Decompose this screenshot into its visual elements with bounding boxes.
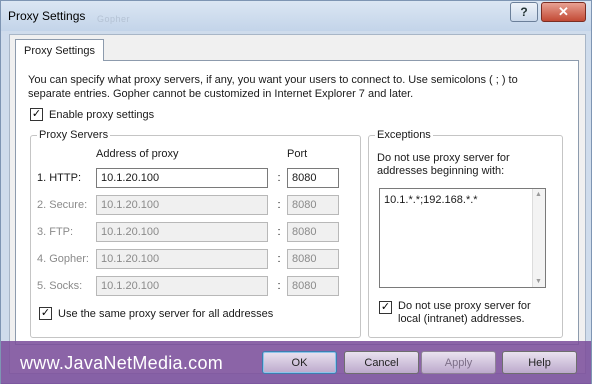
bypass-local-checkbox[interactable]: ✓ [379, 301, 392, 314]
apply-button[interactable]: Apply [421, 351, 496, 374]
same-proxy-checkbox[interactable]: ✓ [39, 307, 52, 320]
enable-proxy-checkbox[interactable]: ✓ [30, 108, 43, 121]
port-separator: : [277, 226, 281, 238]
exceptions-group: Exceptions Do not use proxy server for a… [368, 129, 563, 338]
socks-address-input: 10.1.20.100 [96, 276, 268, 296]
port-separator: : [277, 172, 281, 184]
bypass-local-row[interactable]: ✓ Do not use proxy server for local (int… [379, 300, 548, 326]
exceptions-scrollbar[interactable]: ▲ ▼ [532, 189, 545, 287]
watermark-text: www.JavaNetMedia.com [20, 353, 224, 373]
secure-port-input: 8080 [287, 195, 339, 215]
tab-panel: You can specify what proxy servers, if a… [15, 60, 579, 345]
enable-proxy-label: Enable proxy settings [49, 108, 155, 121]
exceptions-description: Do not use proxy server for addresses be… [377, 152, 510, 177]
http-label: 1. HTTP: [37, 172, 82, 184]
port-separator: : [277, 280, 281, 292]
http-port-input[interactable]: 8080 [287, 168, 339, 188]
help-icon[interactable]: ? [510, 2, 538, 22]
title-background-text: Gopher [97, 14, 131, 24]
scroll-up-icon[interactable]: ▲ [535, 191, 542, 198]
gopher-port-input: 8080 [287, 249, 339, 269]
port-separator: : [277, 253, 281, 265]
socks-port-input: 8080 [287, 276, 339, 296]
socks-label: 5. Socks: [37, 280, 83, 292]
ftp-port-input: 8080 [287, 222, 339, 242]
title-bar[interactable]: Proxy Settings Gopher ? ✕ [1, 1, 591, 31]
exceptions-legend: Exceptions [375, 129, 433, 141]
same-proxy-label: Use the same proxy server for all addres… [58, 307, 274, 320]
bypass-local-label: Do not use proxy server for local (intra… [398, 300, 531, 325]
close-icon[interactable]: ✕ [541, 2, 586, 22]
ftp-address-input: 10.1.20.100 [96, 222, 268, 242]
proxy-servers-legend: Proxy Servers [37, 129, 111, 141]
dialog-client-area: Proxy Settings You can specify what prox… [9, 34, 586, 374]
enable-proxy-row[interactable]: ✓ Enable proxy settings [30, 108, 154, 121]
scroll-down-icon[interactable]: ▼ [535, 278, 542, 285]
port-column-header: Port [287, 148, 308, 160]
address-column-header: Address of proxy [96, 148, 179, 160]
exceptions-value: 10.1.*.*;192.168.*.* [384, 194, 478, 206]
secure-label: 2. Secure: [37, 199, 88, 211]
same-proxy-row[interactable]: ✓ Use the same proxy server for all addr… [39, 307, 273, 320]
tab-proxy-settings[interactable]: Proxy Settings [15, 39, 104, 61]
port-separator: : [277, 199, 281, 211]
gopher-label: 4. Gopher: [37, 253, 89, 265]
gopher-address-input: 10.1.20.100 [96, 249, 268, 269]
proxy-servers-group: Proxy Servers Address of proxy Port 1. H… [30, 129, 361, 338]
proxy-settings-dialog: Proxy Settings Gopher ? ✕ Proxy Settings… [0, 0, 592, 384]
intro-text: You can specify what proxy servers, if a… [28, 74, 518, 100]
cancel-button[interactable]: Cancel [344, 351, 419, 374]
secure-address-input: 10.1.20.100 [96, 195, 268, 215]
ok-button[interactable]: OK [262, 351, 337, 374]
help-button[interactable]: Help [502, 351, 577, 374]
exceptions-textarea[interactable]: 10.1.*.*;192.168.*.* ▲ ▼ [379, 188, 546, 288]
footer-bar: www.JavaNetMedia.com OK Cancel Apply Hel… [1, 341, 591, 384]
window-title: Proxy Settings [8, 9, 86, 23]
http-address-input[interactable]: 10.1.20.100 [96, 168, 268, 188]
ftp-label: 3. FTP: [37, 226, 74, 238]
